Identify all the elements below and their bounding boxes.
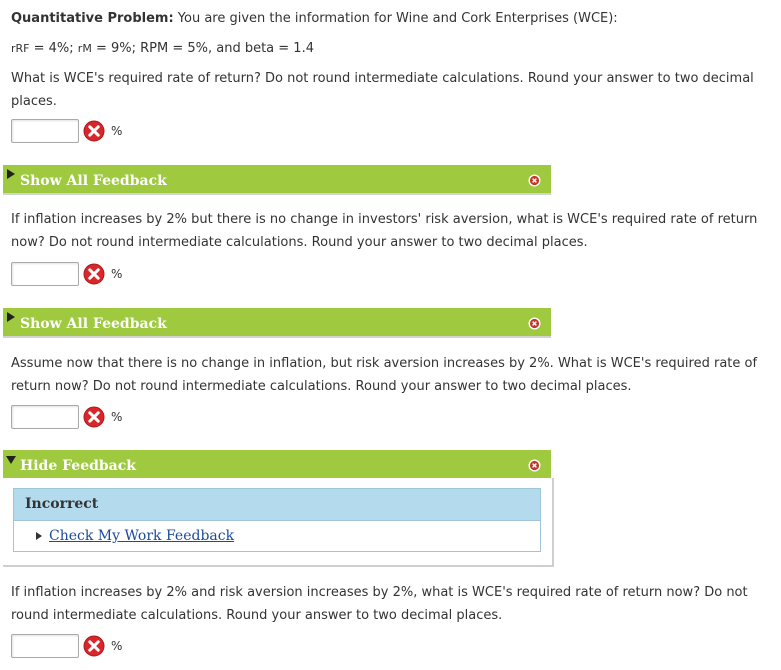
feedback-bar-2[interactable]: Show All Feedback <box>3 308 551 338</box>
percent-unit: % <box>111 410 123 424</box>
question-1-answer-row: % <box>11 118 122 144</box>
question-3-answer-row: % <box>11 404 122 430</box>
percent-unit: % <box>111 267 123 281</box>
incorrect-x-icon <box>83 406 105 428</box>
rm-label: rM <box>77 42 92 55</box>
question-4-answer-row: % <box>11 633 122 659</box>
percent-unit: % <box>111 124 123 138</box>
close-icon[interactable] <box>528 174 541 187</box>
show-all-feedback-link[interactable]: Show All Feedback <box>20 173 167 189</box>
question-3-text: Assume now that there is no change in in… <box>11 356 758 394</box>
question-4-text: If inflation increases by 2% and risk av… <box>11 585 748 623</box>
rpm-value: = 5%, and beta = 1.4 <box>168 41 314 56</box>
rrf-label: rRF <box>11 42 30 55</box>
percent-unit: % <box>111 639 123 653</box>
expand-triangle-icon[interactable] <box>36 532 42 540</box>
incorrect-x-icon <box>83 635 105 657</box>
question-1-answer-input[interactable] <box>11 119 79 143</box>
feedback-box: Incorrect Check My Work Feedback <box>13 488 541 552</box>
hide-feedback-link[interactable]: Hide Feedback <box>20 458 136 474</box>
problem-intro: You are given the information for Wine a… <box>173 11 618 26</box>
check-my-work-feedback-link[interactable]: Check My Work Feedback <box>49 528 234 544</box>
rpm-label: RPM <box>140 41 169 56</box>
problem-statement: Quantitative Problem: You are given the … <box>11 7 777 30</box>
incorrect-x-icon <box>83 120 105 142</box>
expand-triangle-icon[interactable] <box>7 312 15 322</box>
problem-title: Quantitative Problem: <box>11 11 174 26</box>
question-2-answer-input[interactable] <box>11 262 79 286</box>
rm-value: = 9%; <box>91 41 141 56</box>
check-my-work-row: Check My Work Feedback <box>36 528 234 544</box>
close-icon[interactable] <box>528 317 541 330</box>
incorrect-x-icon <box>83 263 105 285</box>
question-2-text: If inflation increases by 2% but there i… <box>11 212 758 250</box>
rrf-value: = 4%; <box>29 41 78 56</box>
feedback-bar-3[interactable]: Hide Feedback <box>3 450 551 480</box>
feedback-bar-1[interactable]: Show All Feedback <box>3 165 551 195</box>
question-3-answer-input[interactable] <box>11 405 79 429</box>
question-2-answer-row: % <box>11 261 122 287</box>
feedback-panel: Incorrect Check My Work Feedback <box>3 478 554 567</box>
show-all-feedback-link[interactable]: Show All Feedback <box>20 316 167 332</box>
close-icon[interactable] <box>528 459 541 472</box>
given-values: rRF = 4%; rM = 9%; RPM = 5%, and beta = … <box>11 37 777 60</box>
question-1-text: What is WCE's required rate of return? D… <box>11 71 754 109</box>
question-4-answer-input[interactable] <box>11 634 79 658</box>
collapse-triangle-icon[interactable] <box>6 456 16 464</box>
feedback-result: Incorrect <box>14 489 540 521</box>
expand-triangle-icon[interactable] <box>7 169 15 179</box>
